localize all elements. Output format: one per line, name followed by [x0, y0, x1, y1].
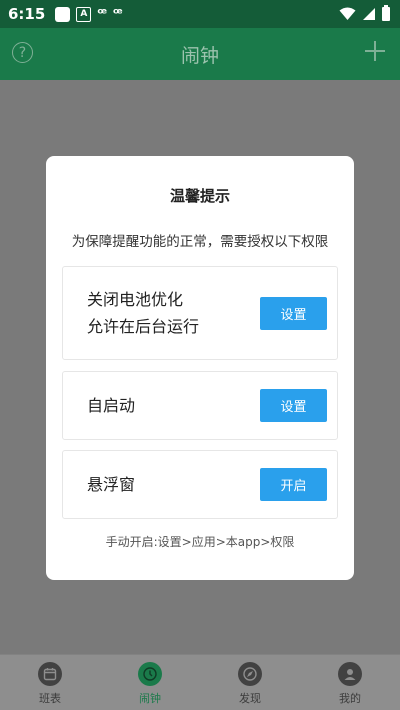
card-label-line: 允许在后台运行: [87, 317, 200, 336]
tab-discover[interactable]: 发现: [200, 655, 300, 710]
tab-label: 班表: [39, 692, 61, 705]
screen: 6:15 A ꟹ ꟹ ? 闹钟 班表 闹钟 发现 我的 温馨提示 为保障提醒功能…: [0, 0, 400, 710]
battery-optimization-card: 关闭电池优化 允许在后台运行 设置: [62, 266, 338, 360]
calendar-icon: [38, 662, 62, 686]
user-icon: [338, 662, 362, 686]
help-icon[interactable]: ?: [12, 42, 33, 63]
bug-icon: ꟹ: [112, 6, 123, 22]
status-notification-icons: A ꟹ ꟹ: [55, 6, 123, 22]
app-bar: ? 闹钟: [0, 28, 400, 80]
battery-settings-button[interactable]: 设置: [260, 297, 327, 330]
tab-schedule[interactable]: 班表: [0, 655, 100, 710]
tab-profile[interactable]: 我的: [300, 655, 400, 710]
status-time: 6:15: [8, 5, 46, 23]
card-label: 悬浮窗: [87, 475, 136, 494]
square-icon: [55, 6, 71, 22]
a-icon: A: [76, 6, 92, 22]
tab-label: 闹钟: [139, 692, 161, 705]
autostart-settings-button[interactable]: 设置: [260, 389, 327, 422]
card-label-line: 关闭电池优化: [87, 290, 184, 309]
bottom-tab-bar: 班表 闹钟 发现 我的: [0, 654, 400, 710]
dialog-message: 为保障提醒功能的正常，需要授权以下权限: [71, 234, 329, 250]
compass-icon: [238, 662, 262, 686]
plus-icon[interactable]: [364, 40, 386, 62]
bug-icon: ꟹ: [97, 6, 107, 22]
status-system-icons: [339, 5, 390, 21]
card-label: 关闭电池优化 允许在后台运行: [87, 286, 199, 340]
autostart-card: 自启动 设置: [62, 371, 338, 440]
clock-icon: [138, 662, 162, 686]
card-label: 自启动: [87, 396, 136, 415]
tab-label: 我的: [339, 692, 361, 705]
battery-icon: [382, 5, 390, 21]
tab-label: 发现: [239, 692, 261, 705]
floating-window-enable-button[interactable]: 开启: [260, 468, 327, 501]
status-bar: 6:15 A ꟹ ꟹ: [0, 0, 400, 28]
page-title: 闹钟: [180, 44, 219, 67]
dialog-title: 温馨提示: [169, 187, 230, 205]
floating-window-card: 悬浮窗 开启: [62, 450, 338, 519]
permission-dialog: 温馨提示 为保障提醒功能的正常，需要授权以下权限 关闭电池优化 允许在后台运行 …: [46, 156, 354, 580]
dialog-footer-hint: 手动开启:设置>应用>本app>权限: [105, 535, 295, 549]
tab-alarm[interactable]: 闹钟: [100, 655, 200, 710]
wifi-icon: [339, 7, 356, 20]
signal-icon: [363, 8, 375, 20]
